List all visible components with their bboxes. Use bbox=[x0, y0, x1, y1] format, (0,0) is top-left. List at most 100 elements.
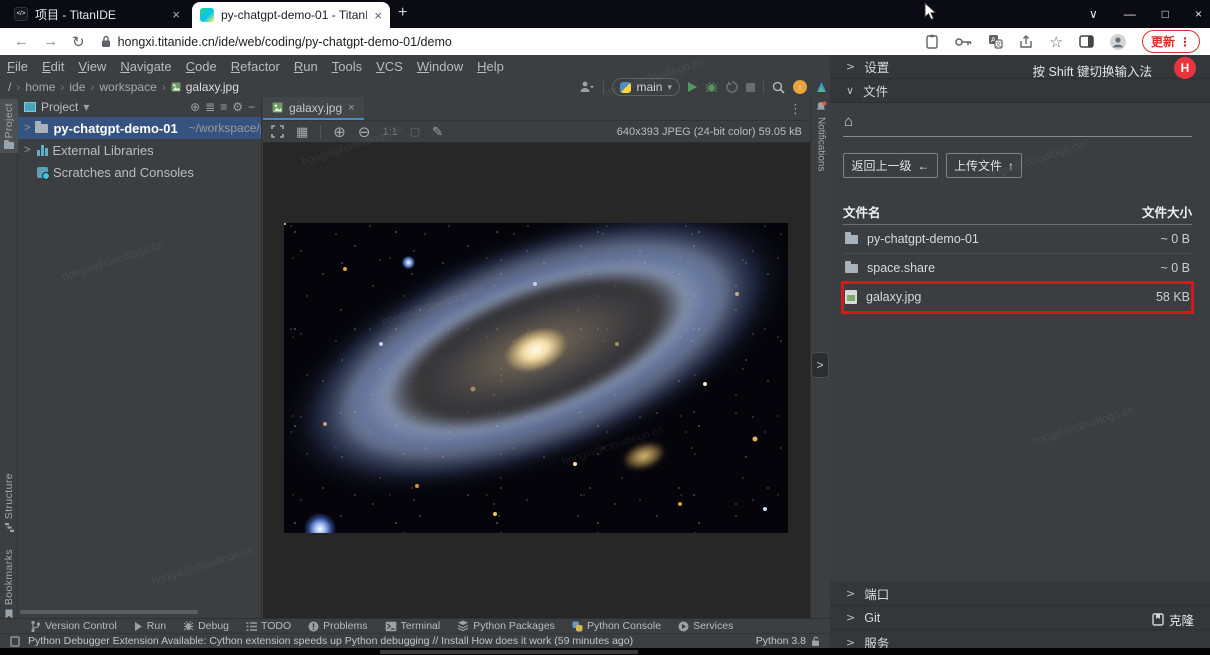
translate-icon[interactable]: A文 bbox=[988, 34, 1003, 49]
go-up-button[interactable]: 返回上一级 ← bbox=[843, 153, 938, 178]
tool-window-structure[interactable]: Structure bbox=[0, 469, 18, 536]
editor-tab-galaxy[interactable]: galaxy.jpg × bbox=[263, 97, 364, 120]
side-panel-icon[interactable] bbox=[1079, 35, 1094, 48]
profile-icon[interactable] bbox=[1110, 34, 1126, 50]
crumb-workspace[interactable]: workspace bbox=[99, 80, 156, 94]
crumb-ide[interactable]: ide bbox=[69, 80, 85, 94]
edit-externally-icon[interactable]: ✎ bbox=[432, 124, 443, 140]
zoom-out-icon[interactable]: ⊖ bbox=[358, 123, 371, 141]
upload-file-button[interactable]: 上传文件 ↑ bbox=[946, 153, 1022, 178]
file-row[interactable]: py-chatgpt-demo-01 ~ 0 B bbox=[843, 225, 1192, 254]
collapse-all-icon[interactable]: ≡ bbox=[220, 100, 227, 114]
run-config-selector[interactable]: main ▾ bbox=[612, 78, 680, 96]
panel-settings-icon[interactable]: ⚙ bbox=[232, 100, 243, 114]
status-message[interactable]: Python Debugger Extension Available: Cyt… bbox=[28, 635, 633, 647]
locate-file-icon[interactable]: ⊕ bbox=[190, 100, 200, 114]
section-ports[interactable]: > 端口 bbox=[830, 582, 1210, 606]
new-tab-button[interactable]: + bbox=[398, 4, 407, 22]
section-git[interactable]: > Git 克隆 bbox=[830, 606, 1210, 630]
home-icon[interactable]: ⌂ bbox=[844, 113, 853, 130]
tree-row-scratches[interactable]: Scratches and Consoles bbox=[18, 161, 261, 183]
minimize-icon[interactable]: — bbox=[1124, 7, 1136, 21]
tool-todo[interactable]: TODO bbox=[246, 620, 291, 632]
menu-help[interactable]: Help bbox=[470, 59, 511, 74]
browser-tab-project[interactable]: </> 项目 - TitanIDE × bbox=[6, 2, 188, 26]
tab-search-icon[interactable]: ∨ bbox=[1089, 7, 1098, 21]
horizontal-scrollbar[interactable] bbox=[20, 610, 198, 614]
forward-icon[interactable]: → bbox=[43, 33, 58, 50]
section-settings[interactable]: > 设置 bbox=[830, 55, 1210, 79]
tool-terminal[interactable]: Terminal bbox=[385, 620, 441, 632]
user-dropdown-icon[interactable] bbox=[579, 80, 595, 94]
url-text[interactable]: hongxi.titanide.cn/ide/web/coding/py-cha… bbox=[118, 35, 452, 49]
tree-row-root[interactable]: > py-chatgpt-demo-01 ~/workspace/py-ch bbox=[18, 117, 261, 139]
section-files[interactable]: ∨ 文件 bbox=[830, 79, 1210, 103]
hide-panel-icon[interactable]: − bbox=[248, 100, 255, 114]
ide-services-icon[interactable] bbox=[815, 81, 828, 94]
menu-navigate[interactable]: Navigate bbox=[113, 59, 178, 74]
unlocked-icon[interactable] bbox=[811, 636, 820, 647]
zoom-in-icon[interactable]: ⊕ bbox=[333, 123, 346, 141]
update-available-icon[interactable]: ↑ bbox=[793, 80, 807, 94]
tool-python-console[interactable]: Python Console bbox=[572, 620, 661, 632]
crumb-root[interactable]: / bbox=[8, 80, 11, 94]
grid-toggle-icon[interactable]: ▦ bbox=[296, 124, 308, 140]
crumb-file[interactable]: galaxy.jpg bbox=[186, 80, 239, 94]
tab-options-kebab-icon[interactable]: ⋮ bbox=[789, 101, 802, 117]
project-panel-title[interactable]: Project bbox=[41, 100, 78, 114]
browser-update-button[interactable]: 更新 ⋮ bbox=[1142, 30, 1200, 53]
file-row[interactable]: space.share ~ 0 B bbox=[843, 254, 1192, 283]
file-name[interactable]: space.share bbox=[867, 261, 935, 275]
file-name[interactable]: galaxy.jpg bbox=[866, 290, 921, 304]
reload-icon[interactable]: ↻ bbox=[72, 33, 85, 51]
chevron-right-icon[interactable]: > bbox=[24, 122, 30, 134]
git-clone-button[interactable]: 克隆 bbox=[1152, 610, 1194, 629]
tool-services[interactable]: Services bbox=[678, 620, 733, 632]
tool-window-project[interactable]: Project bbox=[0, 99, 18, 153]
tool-debug[interactable]: Debug bbox=[183, 620, 229, 632]
menu-code[interactable]: Code bbox=[179, 59, 224, 74]
reading-list-icon[interactable] bbox=[925, 34, 939, 49]
browser-tab-ide[interactable]: py-chatgpt-demo-01 - TitanID × bbox=[192, 2, 390, 28]
crumb-home[interactable]: home bbox=[25, 80, 55, 94]
zoom-to-fit-icon[interactable] bbox=[271, 125, 284, 138]
horizontal-scrollbar[interactable] bbox=[380, 650, 638, 654]
back-icon[interactable]: ← bbox=[14, 33, 29, 50]
python-interpreter[interactable]: Python 3.8 bbox=[756, 635, 820, 647]
menu-tools[interactable]: Tools bbox=[325, 59, 369, 74]
tool-problems[interactable]: Problems bbox=[308, 620, 367, 632]
tool-python-packages[interactable]: Python Packages bbox=[457, 620, 555, 632]
tab-close-icon[interactable]: × bbox=[348, 102, 354, 114]
maximize-icon[interactable]: □ bbox=[1162, 7, 1169, 21]
menu-vcs[interactable]: VCS bbox=[369, 59, 410, 74]
user-avatar[interactable]: H bbox=[1174, 57, 1196, 79]
menu-run[interactable]: Run bbox=[287, 59, 325, 74]
menu-window[interactable]: Window bbox=[410, 59, 470, 74]
file-row-highlighted[interactable]: galaxy.jpg 58 KB bbox=[843, 283, 1192, 312]
file-name[interactable]: py-chatgpt-demo-01 bbox=[867, 232, 979, 246]
tool-run[interactable]: Run bbox=[134, 620, 166, 632]
close-icon[interactable]: × bbox=[1195, 7, 1202, 21]
expand-panel-chevron[interactable]: > bbox=[811, 352, 829, 378]
menu-file[interactable]: File bbox=[0, 59, 35, 74]
tool-window-notifications[interactable]: Notifications bbox=[811, 101, 831, 171]
search-everywhere-icon[interactable] bbox=[772, 81, 785, 94]
run-button[interactable] bbox=[688, 82, 697, 92]
menu-kebab-icon[interactable]: ⋮ bbox=[1179, 35, 1191, 49]
password-key-icon[interactable] bbox=[955, 37, 972, 47]
share-icon[interactable] bbox=[1019, 35, 1034, 49]
menu-refactor[interactable]: Refactor bbox=[224, 59, 287, 74]
tree-row-external-libraries[interactable]: > External Libraries bbox=[18, 139, 261, 161]
tool-version-control[interactable]: Version Control bbox=[30, 620, 117, 633]
event-log-icon[interactable] bbox=[10, 636, 20, 647]
menu-view[interactable]: View bbox=[71, 59, 113, 74]
chevron-right-icon[interactable]: > bbox=[24, 144, 32, 156]
debug-button[interactable] bbox=[705, 81, 718, 94]
tab-close-icon[interactable]: × bbox=[374, 8, 382, 23]
chevron-down-icon[interactable]: ▾ bbox=[83, 100, 89, 114]
menu-edit[interactable]: Edit bbox=[35, 59, 71, 74]
bookmark-star-icon[interactable]: ☆ bbox=[1050, 33, 1063, 51]
expand-all-icon[interactable]: ≣ bbox=[205, 100, 215, 114]
tab-close-icon[interactable]: × bbox=[172, 7, 180, 22]
tool-window-bookmarks[interactable]: Bookmarks bbox=[0, 545, 18, 623]
